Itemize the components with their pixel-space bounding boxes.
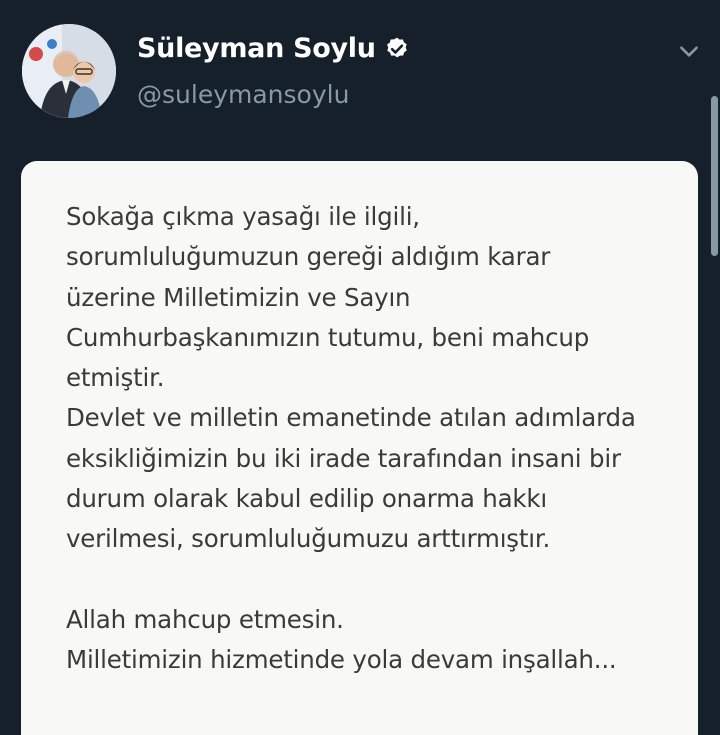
avatar[interactable] — [22, 24, 116, 118]
tweet-image-text: Sokağa çıkma yasağı ile ilgili, sorumlul… — [66, 202, 636, 675]
author-name-row[interactable]: Süleyman Soylu — [137, 33, 410, 64]
verified-badge-icon — [386, 37, 407, 57]
author-name[interactable]: Süleyman Soylu — [137, 33, 376, 64]
avatar-photo — [22, 24, 116, 118]
tweet-image[interactable]: Sokağa çıkma yasağı ile ilgili, sorumlul… — [21, 161, 698, 735]
tweet-view: Süleyman Soylu @suleymansoylu Sokağa çık… — [0, 0, 720, 735]
scrollbar[interactable] — [711, 96, 718, 256]
chevron-down-icon[interactable] — [676, 38, 702, 64]
author-handle[interactable]: @suleymansoylu — [137, 80, 349, 109]
